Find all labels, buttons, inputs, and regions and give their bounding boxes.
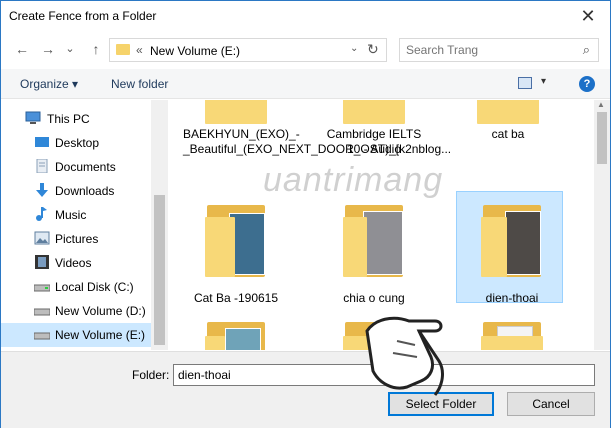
search-icon[interactable]: ⌕ [583,42,590,58]
folder-icon [203,318,269,350]
folder-item[interactable] [183,318,289,350]
sidebar-item-label: Videos [55,256,92,270]
sidebar-item-label: Downloads [55,184,115,198]
sidebar-item-pictures[interactable]: Pictures [1,227,151,251]
folder-label: Folder: [132,368,170,382]
watermark-logo: uantrimang [263,161,444,199]
forward-arrow-icon[interactable]: → [39,40,57,58]
folder-icon [341,100,407,126]
sidebar-item-new-volume-d[interactable]: New Volume (D:) [1,299,151,323]
organize-menu[interactable]: Organize ▾ [20,77,78,91]
sidebar-item-label: This PC [47,112,90,126]
pointing-hand-icon [365,316,444,396]
new-folder-button[interactable]: New folder [111,77,168,91]
folder-name: BAEKHYUN_(EXO)_-_Beautiful_(EXO_NEXT_DOO… [183,127,452,156]
sidebar-item-new-volume-e[interactable]: New Volume (E:) [1,323,151,347]
sidebar-item-this-pc[interactable]: This PC [1,107,151,131]
music-icon [34,207,50,221]
scrollbar-thumb[interactable] [597,112,607,164]
sidebar-item-music[interactable]: Music [1,203,151,227]
sidebar-item-documents[interactable]: Documents [1,155,151,179]
folder-item-selected[interactable]: dien-thoai [456,191,565,306]
folder-item[interactable]: Cat Ba -190615 [183,203,289,313]
cancel-button[interactable]: Cancel [507,392,595,416]
dialog-window: Create Fence from a Folder ✕ ← → ⌄ ↑ « N… [0,0,611,428]
drive-icon [33,279,51,293]
folder-item[interactable] [459,318,565,350]
breadcrumb-overflow-icon[interactable]: « [136,43,143,57]
folder-icon [116,44,130,55]
back-arrow-icon[interactable]: ← [13,40,31,58]
navigation-pane: This PC Desktop Documents Downloads Musi… [1,100,151,350]
drive-icon [33,327,51,341]
title-bar: Create Fence from a Folder ✕ [1,1,610,31]
refresh-icon[interactable]: ↻ [367,41,379,58]
folder-icon [203,100,269,126]
close-icon[interactable]: ✕ [578,6,598,26]
sidebar-item-videos[interactable]: Videos [1,251,151,275]
help-icon[interactable]: ? [579,76,595,92]
sidebar-item-desktop[interactable]: Desktop [1,131,151,155]
window-title: Create Fence from a Folder [9,9,157,23]
up-arrow-icon[interactable]: ↑ [87,40,105,58]
address-bar[interactable]: « New Volume (E:) ⌄ ↻ [109,38,387,62]
folder-icon [479,203,545,277]
desktop-icon [34,135,50,149]
folder-name: cat ba [491,127,525,141]
view-dropdown-icon[interactable]: ▾ [541,76,546,87]
address-path[interactable]: New Volume (E:) [150,44,240,58]
search-input[interactable] [406,43,566,57]
folder-item[interactable]: cat ba [455,100,561,180]
sidebar-item-label: Documents [55,160,116,174]
recent-locations-icon[interactable]: ⌄ [61,40,79,58]
sidebar-item-downloads[interactable]: Downloads [1,179,151,203]
folder-icon [203,203,269,277]
dialog-footer: Folder: Select Folder Cancel [1,351,610,428]
sidebar-item-label: Desktop [55,136,100,150]
scrollbar-thumb[interactable] [154,195,165,345]
view-options-icon[interactable] [518,77,532,89]
videos-icon [34,255,50,269]
computer-icon [25,111,41,125]
command-bar: Organize ▾ New folder ▾ ? [1,69,610,99]
folder-name: dien-thoai [485,291,539,305]
chevron-down-icon[interactable]: ⌄ [350,43,358,54]
sidebar-item-label: Pictures [55,232,99,246]
folder-name: Cambridge IELTS 10 - Audio [326,127,422,156]
pictures-icon [34,231,50,245]
documents-icon [34,158,50,174]
file-list-scrollbar[interactable]: ▲ [594,100,610,350]
sidebar-item-label: New Volume (D:) [55,304,146,318]
sidebar-item-label: Local Disk (C:) [55,280,134,294]
search-box[interactable]: ⌕ [399,38,599,62]
folder-icon [475,100,541,126]
sidebar-scrollbar[interactable] [151,100,168,350]
sidebar-item-local-disk-c[interactable]: Local Disk (C:) [1,275,151,299]
drive-icon [33,303,51,317]
navigation-bar: ← → ⌄ ↑ « New Volume (E:) ⌄ ↻ ⌕ [1,35,610,65]
scroll-up-icon[interactable]: ▲ [597,100,605,109]
downloads-icon [34,183,50,197]
folder-item[interactable]: chia o cung [321,203,427,313]
folder-icon [341,203,407,277]
sidebar-item-label: New Volume (E:) [55,328,146,342]
folder-icon [479,318,545,350]
sidebar-item-label: Music [55,208,87,222]
folder-name: Cat Ba -190615 [193,291,279,305]
